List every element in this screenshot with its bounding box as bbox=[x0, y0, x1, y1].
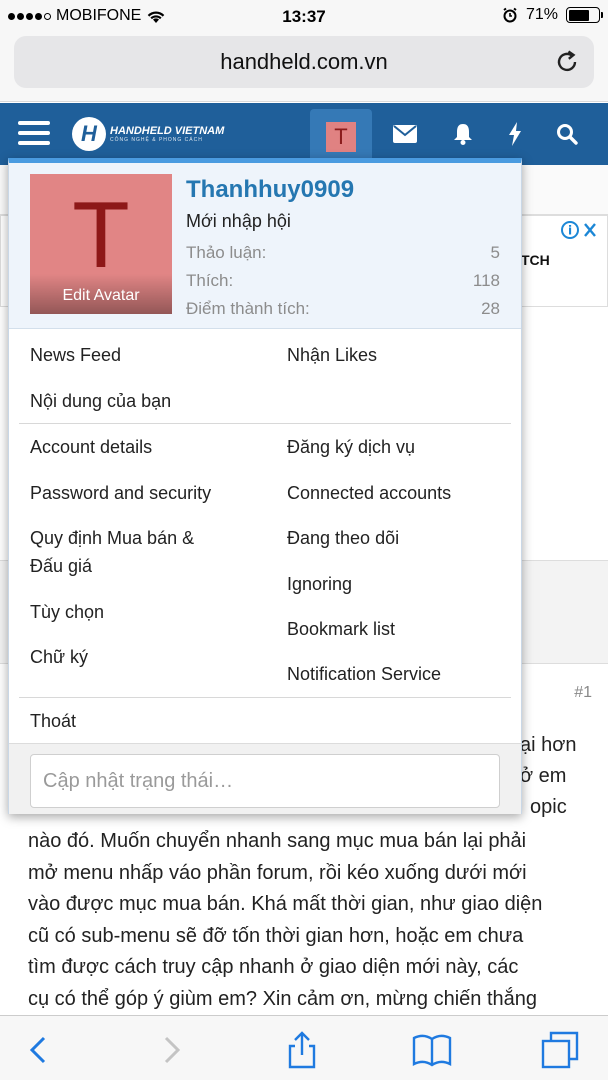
status-bar: MOBIFONE 13:37 71% bbox=[0, 0, 608, 32]
bookmarks-icon[interactable] bbox=[412, 1030, 452, 1070]
search-button[interactable] bbox=[536, 103, 598, 165]
browser-toolbar bbox=[0, 1015, 608, 1080]
battery-percent: 71% bbox=[525, 6, 558, 23]
post-line: nào đó. Muốn chuyển nhanh sang mục mua b… bbox=[28, 830, 527, 852]
bell-icon bbox=[454, 124, 472, 145]
alarm-icon bbox=[503, 7, 517, 23]
inbox-button[interactable] bbox=[374, 103, 436, 165]
menu-divider bbox=[19, 423, 511, 424]
status-update-area bbox=[9, 743, 521, 814]
bolt-icon bbox=[509, 122, 521, 146]
account-menu-popup: T Edit Avatar Thanhhuy0909 Mới nhập hội … bbox=[8, 158, 522, 814]
post-line: cụ có thể góp ý giùm em? Xin cảm ơn, mừn… bbox=[28, 987, 537, 1010]
menu-divider bbox=[19, 697, 511, 698]
avatar-letter: T bbox=[72, 182, 130, 287]
stat-label: Điểm thành tích: bbox=[186, 299, 310, 318]
logo-name: HANDHELD VIETNAM bbox=[110, 125, 225, 137]
post-line: cũ có sub-menu sẽ đỡ tốn thời gian hơn, … bbox=[28, 924, 524, 947]
post-fragment: opic bbox=[530, 796, 567, 818]
account-details-link[interactable]: Account details bbox=[30, 437, 152, 458]
post-line: vào được mục mua bán. Khá mất thời gian,… bbox=[28, 893, 543, 915]
url-text[interactable]: handheld.com.vn bbox=[14, 49, 594, 75]
edit-avatar-link[interactable]: Edit Avatar bbox=[30, 274, 172, 314]
avatar: T bbox=[326, 122, 356, 152]
post-fragment: ở em bbox=[520, 765, 567, 787]
profile-card: T Edit Avatar Thanhhuy0909 Mới nhập hội … bbox=[9, 163, 521, 329]
ignoring-link[interactable]: Ignoring bbox=[287, 574, 352, 595]
service-subscription-link[interactable]: Đăng ký dịch vụ bbox=[287, 437, 415, 458]
logout-link[interactable]: Thoát bbox=[30, 711, 76, 732]
share-icon[interactable] bbox=[282, 1030, 322, 1070]
back-icon[interactable] bbox=[18, 1030, 58, 1070]
connected-accounts-link[interactable]: Connected accounts bbox=[287, 483, 451, 504]
likes-received-link[interactable]: Nhận Likes bbox=[287, 345, 377, 366]
stat-value: 118 bbox=[472, 271, 500, 290]
ad-choices-icon[interactable]: i bbox=[561, 220, 599, 240]
preferences-link[interactable]: Tùy chọn bbox=[30, 602, 104, 623]
logo-mark: H bbox=[72, 117, 106, 151]
your-content-link[interactable]: Nội dung của bạn bbox=[30, 391, 171, 412]
envelope-icon bbox=[393, 125, 417, 143]
menu-icon[interactable] bbox=[18, 121, 50, 149]
post-line: tìm được cách truy cập nhanh ở giao diện… bbox=[28, 956, 519, 978]
status-update-input[interactable] bbox=[30, 754, 500, 808]
stat-label: Thích: bbox=[186, 271, 234, 290]
user-avatar-tab[interactable]: T bbox=[310, 109, 372, 165]
avatar[interactable]: T Edit Avatar bbox=[30, 174, 172, 314]
site-header: H HANDHELD VIETNAM CÔNG NGHỆ & PHONG CÁC… bbox=[0, 103, 608, 165]
notification-service-link[interactable]: Notification Service bbox=[287, 664, 441, 685]
post-line: mở menu nhấp váo phần forum, rồi kéo xuố… bbox=[28, 861, 527, 884]
password-security-link[interactable]: Password and security bbox=[30, 483, 211, 504]
stat-value: 5 bbox=[490, 243, 500, 262]
post-body: nào đó. Muốn chuyển nhanh sang mục mua b… bbox=[28, 826, 594, 1015]
post-fragment: ại hơn bbox=[520, 734, 577, 756]
logo-tagline: CÔNG NGHỆ & PHONG CÁCH bbox=[110, 137, 203, 143]
reload-icon[interactable] bbox=[554, 49, 580, 75]
bookmark-list-link[interactable]: Bookmark list bbox=[287, 619, 395, 640]
search-icon bbox=[557, 124, 578, 145]
username-link[interactable]: Thanhhuy0909 bbox=[186, 176, 354, 204]
battery-icon bbox=[566, 7, 603, 23]
tabs-icon[interactable] bbox=[540, 1030, 580, 1070]
url-bar[interactable]: handheld.com.vn bbox=[14, 36, 594, 88]
site-logo[interactable]: H HANDHELD VIETNAM CÔNG NGHỆ & PHONG CÁC… bbox=[72, 117, 224, 151]
svg-text:i: i bbox=[568, 224, 572, 238]
signature-link[interactable]: Chữ ký bbox=[30, 647, 88, 668]
user-title: Mới nhập hội bbox=[186, 211, 291, 231]
stat-row: Thảo luận: 5 bbox=[186, 243, 500, 263]
trading-rules-link[interactable]: Quy định Mua bán & bbox=[30, 528, 194, 549]
forward-icon[interactable] bbox=[152, 1030, 192, 1070]
trading-rules-link-line2[interactable]: Đấu giá bbox=[30, 556, 92, 577]
stat-value: 28 bbox=[481, 299, 500, 318]
news-feed-link[interactable]: News Feed bbox=[30, 345, 121, 366]
stat-row: Điểm thành tích: 28 bbox=[186, 299, 500, 319]
ad-brand: TCH bbox=[521, 252, 550, 268]
stat-row: Thích: 118 bbox=[186, 271, 500, 291]
browser-chrome: MOBIFONE 13:37 71% handheld.com.vn bbox=[0, 0, 608, 102]
stat-label: Thảo luận: bbox=[186, 243, 267, 262]
following-link[interactable]: Đang theo dõi bbox=[287, 528, 399, 549]
post-number[interactable]: #1 bbox=[574, 684, 592, 702]
